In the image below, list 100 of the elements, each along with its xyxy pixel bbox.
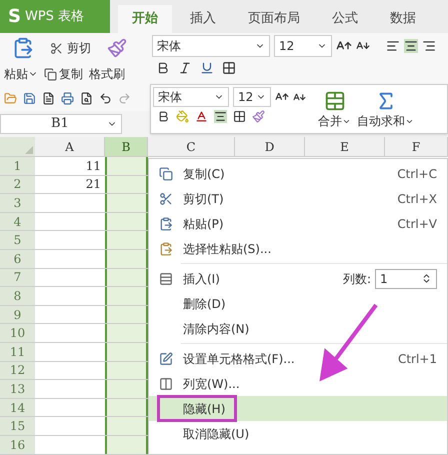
menu-item[interactable]: 列宽(W)... — [149, 371, 447, 396]
printer-icon[interactable] — [61, 92, 74, 104]
menu-item[interactable]: 清除内容(N) — [149, 316, 447, 341]
row-header[interactable]: 9 — [0, 306, 35, 324]
row-header[interactable]: 10 — [0, 324, 35, 342]
paste-button[interactable]: 粘贴 — [4, 65, 38, 83]
menu-item-label: 剪切(T) — [182, 190, 224, 208]
fill-color-icon[interactable] — [176, 110, 189, 123]
row-header[interactable]: 15 — [0, 417, 35, 435]
menu-item-label: 粘贴(P) — [182, 216, 224, 232]
menu-item-label: 设置单元格格式(F)... — [182, 350, 295, 368]
shortcut-label: Ctrl+C — [397, 166, 437, 182]
align-middle-icon[interactable] — [404, 39, 418, 53]
copy-icon — [159, 166, 173, 180]
row-header[interactable]: 4 — [0, 212, 35, 230]
menu-item[interactable]: 删除(D) — [149, 291, 447, 316]
row-header[interactable]: 5 — [0, 231, 35, 249]
copy-button[interactable]: 复制 — [44, 65, 83, 83]
column-header[interactable]: F — [385, 137, 448, 156]
row-header[interactable]: 13 — [0, 380, 35, 398]
scissors-icon — [159, 192, 173, 206]
column-header[interactable]: B — [105, 137, 148, 156]
menu-item-label: 复制(C) — [182, 166, 225, 182]
bold-icon[interactable] — [156, 61, 170, 75]
row-header[interactable]: 14 — [0, 398, 35, 416]
row-header[interactable]: 8 — [0, 287, 35, 305]
clipboard-icon[interactable] — [12, 37, 34, 59]
font-name-field[interactable]: 宋体 — [153, 87, 229, 107]
table-cell — [105, 417, 148, 435]
table-cell — [105, 436, 148, 454]
cut-button[interactable]: 剪切 — [50, 39, 91, 57]
ribbon-tab[interactable]: 页面布局 — [234, 5, 314, 33]
italic-icon[interactable] — [178, 61, 192, 75]
shortcut-label: Ctrl+X — [397, 190, 437, 208]
table-cell — [105, 250, 148, 268]
merge-cells-icon — [324, 90, 346, 112]
border-icon[interactable] — [233, 110, 246, 123]
table-cell — [105, 231, 148, 249]
menu-item[interactable]: 粘贴(P) Ctrl+V — [149, 211, 447, 236]
column-width-icon — [159, 376, 173, 390]
spinner-icon[interactable] — [421, 273, 432, 284]
row-header[interactable]: 6 — [0, 250, 35, 268]
column-header[interactable]: C — [148, 137, 235, 156]
table-cell — [105, 268, 148, 286]
font-size-field[interactable]: 12 — [233, 87, 271, 107]
font-color-icon[interactable] — [195, 110, 208, 123]
preview-icon[interactable] — [80, 92, 93, 104]
row-header[interactable]: 2 — [0, 176, 35, 194]
menu-item-label: 隐藏(H) — [182, 400, 226, 418]
ribbon-tab[interactable]: 数据 — [376, 5, 430, 33]
menu-item[interactable]: 复制(C) Ctrl+C — [149, 161, 447, 186]
column-header[interactable]: D — [235, 137, 305, 156]
menu-item[interactable]: 剪切(T) Ctrl+X — [149, 186, 447, 211]
menu-item[interactable]: 插入(I) 列数: 1 — [149, 266, 447, 291]
menu-item[interactable]: 取消隐藏(U) — [149, 421, 447, 446]
menu-item[interactable]: 隐藏(H) — [149, 396, 447, 421]
merge-button[interactable]: 合并 — [318, 90, 351, 130]
row-header[interactable]: 12 — [0, 362, 35, 380]
corner-triangle-icon — [25, 146, 33, 154]
align-center-icon[interactable] — [214, 110, 227, 123]
paintbrush-icon[interactable] — [107, 38, 127, 58]
undo-icon[interactable] — [99, 92, 112, 104]
menu-item[interactable]: 选择性粘贴(S)... — [149, 236, 447, 261]
align-top-icon[interactable] — [386, 39, 400, 53]
format-icon — [159, 352, 173, 366]
ribbon-tab[interactable]: 公式 — [318, 5, 372, 33]
font-name-field[interactable]: 宋体 — [152, 35, 270, 57]
row-header[interactable]: 11 — [0, 342, 35, 361]
autosum-button[interactable]: 自动求和 — [357, 90, 414, 130]
ribbon-tab[interactable]: 插入 — [176, 5, 230, 33]
table-cell — [105, 398, 148, 416]
document-icon[interactable] — [42, 92, 55, 104]
ribbon-tab[interactable]: 开始 — [118, 5, 172, 33]
column-header[interactable]: E — [305, 137, 385, 156]
clipboard-icon — [159, 216, 173, 230]
bold-icon[interactable] — [157, 110, 170, 123]
underline-icon[interactable] — [200, 61, 214, 75]
menu-item-label: 清除内容(N) — [182, 320, 250, 338]
copy-icon — [44, 68, 57, 80]
align-bottom-icon[interactable] — [422, 39, 436, 53]
name-box[interactable]: B1 — [0, 114, 122, 134]
table-cell — [105, 287, 148, 305]
column-count-field[interactable]: 1 — [375, 268, 437, 288]
save-icon[interactable] — [23, 92, 36, 104]
row-header[interactable]: 1 — [0, 157, 35, 175]
table-cell — [105, 342, 148, 361]
paintbrush-icon[interactable] — [252, 110, 265, 123]
table-cell — [105, 194, 148, 212]
table-cell — [105, 380, 148, 398]
row-header[interactable]: 3 — [0, 194, 35, 212]
menu-item[interactable]: 设置单元格格式(F)... Ctrl+1 — [149, 346, 447, 371]
scissors-icon — [50, 42, 63, 54]
row-header[interactable]: 7 — [0, 268, 35, 286]
format-painter-button[interactable]: 格式刷 — [89, 65, 125, 83]
row-header[interactable]: 16 — [0, 436, 35, 454]
rows-icon — [159, 272, 173, 286]
table-cell — [105, 362, 148, 380]
font-size-field[interactable]: 12 — [274, 35, 332, 57]
border-icon[interactable] — [222, 61, 236, 75]
menu-item-label: 选择性粘贴(S)... — [182, 240, 272, 258]
